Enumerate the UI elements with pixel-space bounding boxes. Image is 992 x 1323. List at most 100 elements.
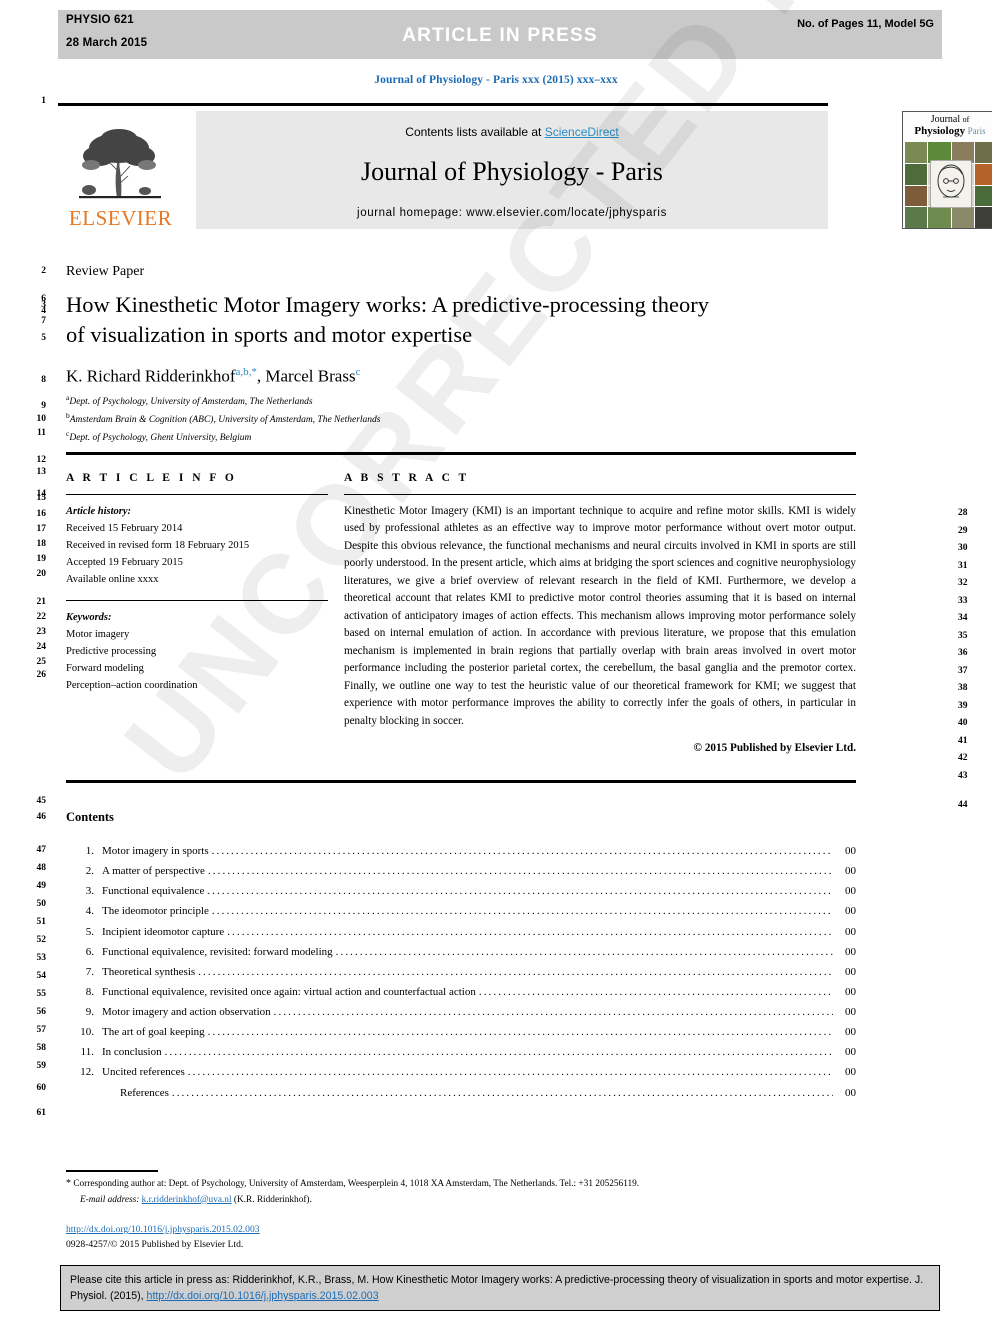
line-number: 51 bbox=[36, 917, 47, 927]
affiliation-text: Dept. of Psychology, Ghent University, B… bbox=[69, 432, 252, 443]
toc-label[interactable]: Functional equivalence, revisited once a… bbox=[102, 982, 476, 1002]
history-item: Received in revised form 18 February 201… bbox=[66, 540, 250, 551]
journal-title: Journal of Physiology - Paris bbox=[361, 157, 663, 186]
toc-label[interactable]: The art of goal keeping bbox=[102, 1022, 205, 1042]
elsevier-logo: ELSEVIER bbox=[63, 111, 178, 229]
toc-page: 00 bbox=[845, 925, 856, 938]
author-name-2: Marcel Brass bbox=[265, 366, 356, 386]
line-number: 21 bbox=[36, 597, 47, 607]
author-1-affiliation-markers: a,b,* bbox=[235, 366, 257, 378]
keyword-item: Motor imagery bbox=[66, 629, 130, 640]
line-number: 55 bbox=[36, 989, 47, 999]
line-number: 40 bbox=[958, 718, 968, 728]
toc-number: 10. bbox=[80, 1026, 94, 1039]
affiliation-item: aDept. of Psychology, University of Amst… bbox=[66, 392, 666, 410]
list-item[interactable]: 4. The ideomotor principle .............… bbox=[76, 901, 856, 921]
line-number: 58 bbox=[36, 1043, 47, 1053]
line-number: 61 bbox=[36, 1108, 47, 1118]
sciencedirect-link[interactable]: ScienceDirect bbox=[545, 125, 619, 139]
line-number: 16 bbox=[36, 509, 47, 519]
list-item[interactable]: References .............................… bbox=[76, 1083, 856, 1103]
toc-label[interactable]: Motor imagery in sports bbox=[102, 841, 209, 861]
toc-number: 4. bbox=[85, 905, 94, 918]
email-link[interactable]: k.r.ridderinkhof@uva.nl bbox=[142, 1195, 232, 1205]
toc-label[interactable]: A matter of perspective bbox=[102, 861, 205, 881]
toc-leader-dots: ........................................… bbox=[227, 925, 833, 938]
line-number: 1 bbox=[41, 96, 46, 106]
toc-page: 00 bbox=[845, 905, 856, 918]
abstract-rule bbox=[344, 494, 856, 495]
abstract-copyright: © 2015 Published by Elsevier Ltd. bbox=[693, 742, 856, 755]
toc-label[interactable]: In conclusion bbox=[102, 1042, 162, 1062]
toc-label[interactable]: Theoretical synthesis bbox=[102, 962, 195, 982]
list-item[interactable]: 10. The art of goal keeping ............… bbox=[76, 1022, 856, 1042]
citation-doi-link[interactable]: http://dx.doi.org/10.1016/j.jphysparis.2… bbox=[147, 1290, 379, 1302]
history-item: Available online xxxx bbox=[66, 574, 159, 585]
keywords-label: Keywords: bbox=[66, 612, 112, 623]
line-number: 50 bbox=[36, 899, 47, 909]
toc-number: 3. bbox=[85, 885, 94, 898]
line-number: 2 bbox=[41, 266, 46, 276]
article-history-label: Article history: bbox=[66, 506, 132, 517]
list-item[interactable]: 9. Motor imagery and action observation … bbox=[76, 1002, 856, 1022]
toc-number: 11. bbox=[80, 1046, 94, 1059]
affiliation-list: aDept. of Psychology, University of Amst… bbox=[66, 392, 666, 446]
toc-number: 6. bbox=[85, 945, 94, 958]
list-item[interactable]: 5. Incipient ideomotor capture .........… bbox=[76, 922, 856, 942]
history-item: Accepted 19 February 2015 bbox=[66, 557, 183, 568]
line-number: 37 bbox=[958, 666, 968, 676]
line-number: 17 bbox=[36, 524, 47, 534]
line-number: 52 bbox=[36, 935, 47, 945]
list-item[interactable]: 11. In conclusion ......................… bbox=[76, 1042, 856, 1062]
list-item[interactable]: 1. Motor imagery in sports .............… bbox=[76, 841, 856, 861]
list-item[interactable]: 3. Functional equivalence ..............… bbox=[76, 881, 856, 901]
toc-label[interactable]: The ideomotor principle bbox=[102, 901, 209, 921]
abstract-body: Kinesthetic Motor Imagery (KMI) is an im… bbox=[344, 505, 856, 727]
toc-label[interactable]: Incipient ideomotor capture bbox=[102, 922, 224, 942]
title-line-1: How Kinesthetic Motor Imagery works: A p… bbox=[66, 292, 709, 317]
doi-link[interactable]: http://dx.doi.org/10.1016/j.jphysparis.2… bbox=[66, 1224, 260, 1235]
toc-number: 7. bbox=[85, 965, 94, 978]
line-number: 53 bbox=[36, 953, 47, 963]
email-address-label: E-mail address: bbox=[80, 1194, 140, 1205]
footnote-rule bbox=[66, 1170, 158, 1172]
line-number: 5 bbox=[41, 333, 46, 343]
line-number: 35 bbox=[958, 631, 968, 641]
list-item[interactable]: 2. A matter of perspective .............… bbox=[76, 861, 856, 881]
toc-page: 00 bbox=[845, 1006, 856, 1018]
toc-label[interactable]: Functional equivalence bbox=[102, 881, 204, 901]
toc-label[interactable]: Functional equivalence, revisited: forwa… bbox=[102, 942, 333, 962]
toc-label[interactable]: Motor imagery and action observation bbox=[102, 1002, 271, 1022]
author-list: K. Richard Ridderinkhofa,b,*, Marcel Bra… bbox=[66, 366, 360, 387]
line-number: 39 bbox=[958, 701, 968, 711]
line-number: 46 bbox=[36, 812, 47, 822]
contents-available-line: Contents lists available at ScienceDirec… bbox=[196, 125, 828, 139]
list-item[interactable]: 8. Functional equivalence, revisited onc… bbox=[76, 982, 856, 1002]
cover-title-line2: Physiology bbox=[914, 124, 966, 137]
line-number: 13 bbox=[36, 467, 47, 477]
running-head: Journal of Physiology - Paris xxx (2015)… bbox=[374, 74, 618, 86]
toc-leader-dots: ........................................… bbox=[211, 845, 833, 857]
journal-homepage[interactable]: journal homepage: www.elsevier.com/locat… bbox=[196, 207, 828, 219]
keyword-item: Predictive processing bbox=[66, 646, 157, 657]
article-info-heading: A R T I C L E I N F O bbox=[66, 472, 237, 484]
toc-leader-dots: ........................................… bbox=[187, 1066, 833, 1079]
citation-notice-box: Please cite this article in press as: Ri… bbox=[60, 1265, 940, 1311]
doi-block: http://dx.doi.org/10.1016/j.jphysparis.2… bbox=[66, 1222, 260, 1253]
line-number: 18 bbox=[36, 539, 47, 549]
info-block-top-rule bbox=[66, 452, 856, 455]
footnote-star-marker: * bbox=[66, 1178, 71, 1189]
list-item[interactable]: 7. Theoretical synthesis ...............… bbox=[76, 962, 856, 982]
author-name-1: K. Richard Ridderinkhof bbox=[66, 366, 236, 386]
line-number: 44 bbox=[958, 800, 968, 810]
elsevier-wordmark: ELSEVIER bbox=[68, 206, 173, 230]
journal-cover-thumbnail: Journal of Physiology Paris bbox=[902, 111, 992, 229]
journal-masthead: ELSEVIER Contents lists available at Sci… bbox=[58, 103, 992, 231]
toc-label[interactable]: Uncited references bbox=[102, 1062, 185, 1082]
toc-label[interactable]: References bbox=[102, 1083, 169, 1103]
affiliation-text: Amsterdam Brain & Cognition (ABC), Unive… bbox=[69, 415, 381, 426]
list-item[interactable]: 6. Functional equivalence, revisited: fo… bbox=[76, 942, 856, 962]
list-item[interactable]: 12. Uncited references .................… bbox=[76, 1062, 856, 1082]
keyword-item: Perception–action coordination bbox=[66, 680, 198, 691]
line-number: 56 bbox=[36, 1007, 47, 1017]
